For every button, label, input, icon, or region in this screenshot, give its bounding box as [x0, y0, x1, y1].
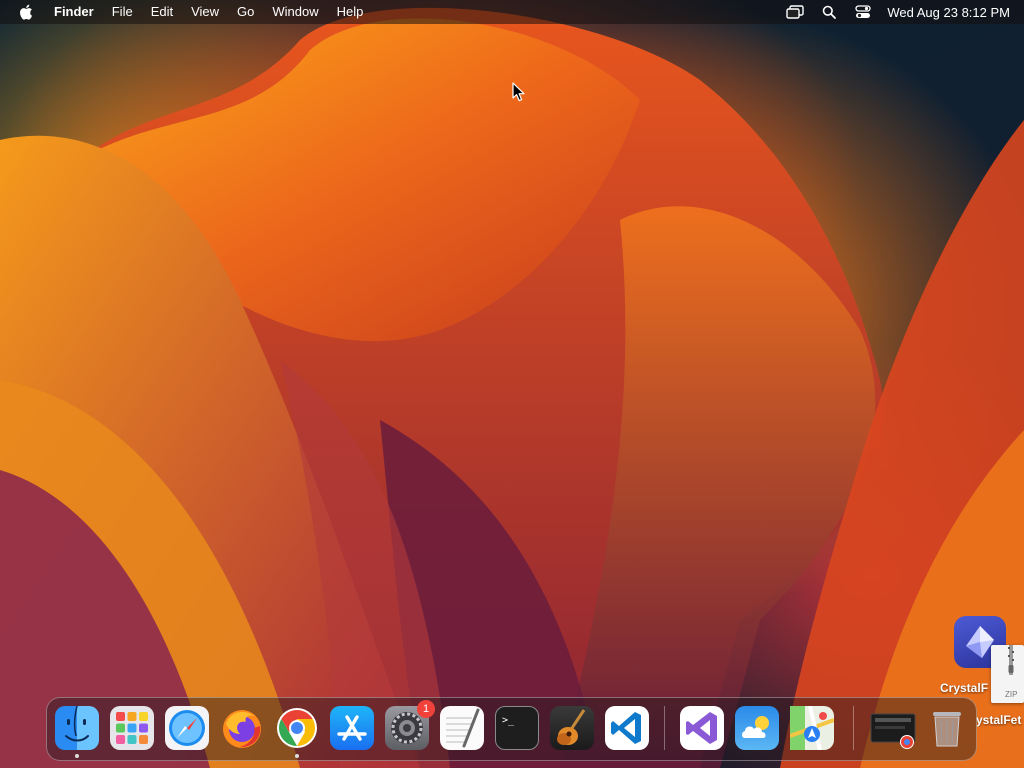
menu-window[interactable]: Window: [263, 0, 327, 24]
control-center-icon[interactable]: [853, 2, 873, 22]
menu-edit[interactable]: Edit: [142, 0, 182, 24]
notification-badge: 1: [417, 700, 435, 718]
menu-go[interactable]: Go: [228, 0, 263, 24]
dock: 1 >_: [46, 697, 977, 761]
finder-icon[interactable]: [55, 705, 99, 750]
chrome-icon[interactable]: [275, 706, 319, 750]
dock-separator: [664, 706, 665, 750]
zip-file-type-label: ZIP: [1005, 690, 1018, 699]
firefox-icon[interactable]: [220, 706, 264, 750]
visual-studio-icon[interactable]: [680, 706, 724, 750]
screen-mirroring-icon[interactable]: [785, 2, 805, 22]
menu-file[interactable]: File: [103, 0, 142, 24]
running-indicator: [295, 754, 299, 758]
menu-view[interactable]: View: [182, 0, 228, 24]
menu-bar-clock[interactable]: Wed Aug 23 8:12 PM: [887, 5, 1010, 20]
svg-text:>_: >_: [502, 715, 515, 726]
mouse-pointer-icon: [512, 82, 525, 102]
apple-menu-icon[interactable]: [18, 3, 36, 21]
garageband-icon[interactable]: [550, 706, 594, 750]
downloads-stack-icon[interactable]: [869, 706, 916, 750]
trash-icon[interactable]: [925, 706, 969, 750]
menu-app-finder[interactable]: Finder: [52, 0, 103, 24]
launchpad-icon[interactable]: [110, 706, 154, 750]
app-store-icon[interactable]: [330, 706, 374, 750]
safari-icon[interactable]: [165, 706, 209, 750]
running-indicator: [75, 754, 79, 758]
desktop-icon-label-zip[interactable]: ystalFet: [976, 713, 1024, 727]
maps-icon[interactable]: [789, 705, 835, 751]
menu-help[interactable]: Help: [328, 0, 373, 24]
desktop-wallpaper: [0, 0, 1024, 768]
dock-separator: [853, 706, 854, 750]
system-settings-icon[interactable]: 1: [385, 700, 435, 750]
terminal-icon[interactable]: >_: [495, 706, 539, 750]
weather-icon[interactable]: [735, 706, 779, 750]
menu-bar: Finder File Edit View Go Window Help Wed…: [0, 0, 1024, 24]
vscode-icon[interactable]: [605, 706, 649, 750]
spotlight-search-icon[interactable]: [819, 2, 839, 22]
textedit-icon[interactable]: [440, 706, 484, 750]
